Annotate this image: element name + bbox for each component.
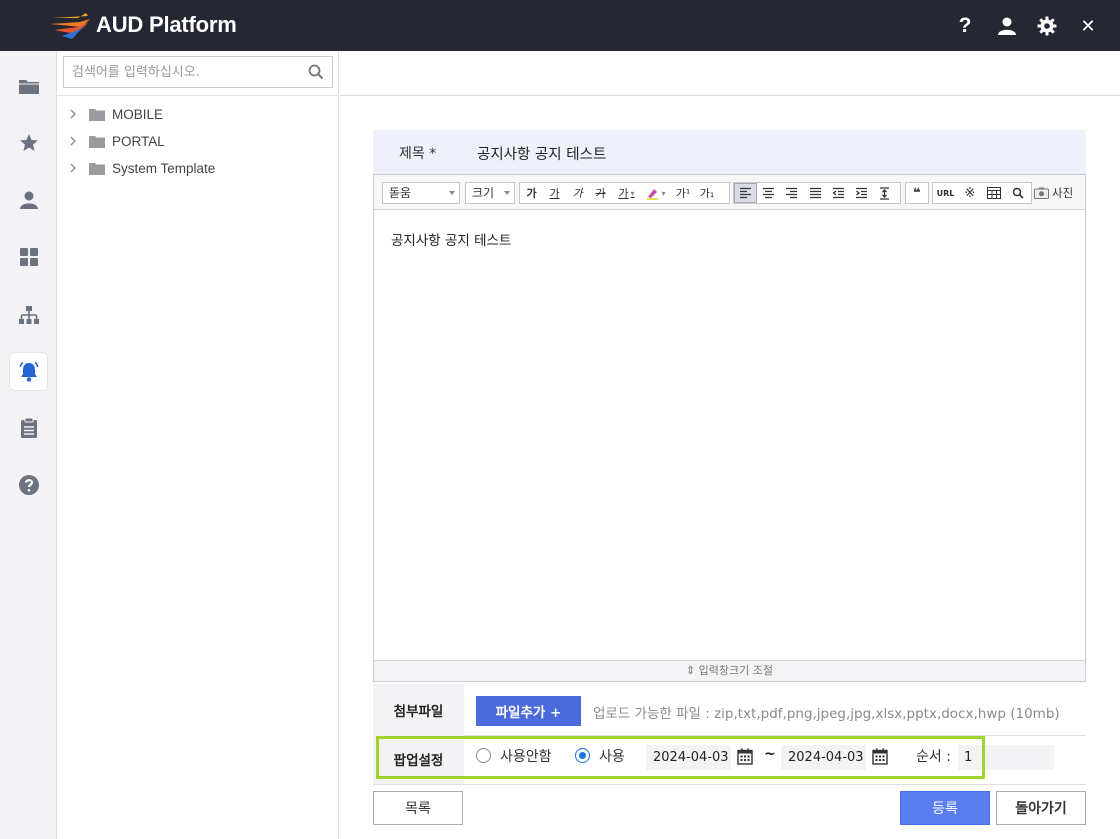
- font-size-select[interactable]: 크기: [465, 182, 515, 204]
- icon-rail: [0, 51, 57, 839]
- user-icon[interactable]: [994, 13, 1020, 39]
- back-button[interactable]: 돌아가기: [996, 791, 1086, 825]
- rail-dashboard-icon[interactable]: [10, 238, 47, 275]
- special-char-icon[interactable]: ※: [958, 183, 982, 203]
- app-logo-icon: [50, 13, 90, 39]
- add-file-button[interactable]: 파일추가 +: [476, 696, 581, 726]
- attachment-row: 첨부파일 파일추가 + 업로드 가능한 파일 : zip,txt,pdf,png…: [373, 684, 1086, 736]
- tree-search-input[interactable]: [64, 57, 300, 87]
- chevron-right-icon[interactable]: [69, 163, 79, 173]
- editor-resize-handle[interactable]: ⇕ 입력창크기 조절: [374, 660, 1085, 681]
- title-row: 제목 * 공지사항 공지 테스트: [373, 130, 1086, 174]
- line-height-icon[interactable]: [873, 183, 896, 203]
- gear-icon[interactable]: [1034, 13, 1060, 39]
- rail-user-icon[interactable]: [10, 181, 47, 218]
- quote-icon[interactable]: ❝: [906, 183, 928, 203]
- camera-icon: [1034, 187, 1049, 199]
- title-label: 제목 *: [399, 146, 437, 162]
- strikethrough-button[interactable]: 가: [589, 183, 612, 203]
- tree-divider: [57, 95, 339, 96]
- format-button-group: 가 가 가 가 가 ▾ ▾ 가¹ 가₁: [519, 182, 730, 204]
- highlight-box: [376, 736, 985, 779]
- tree-node-label: System Template: [112, 160, 216, 176]
- editor-toolbar: 돋움 크기 가 가 가 가 가 ▾ ▾ 가¹ 가₁ ❝ URL ※ 사진: [374, 175, 1085, 210]
- insert-photo-button[interactable]: 사진: [1034, 182, 1073, 204]
- editor-content-area[interactable]: 공지사항 공지 테스트: [374, 210, 1085, 661]
- close-icon[interactable]: ✕: [1075, 13, 1101, 39]
- chevron-right-icon[interactable]: [69, 136, 79, 146]
- title-bar: AUD Platform ? ✕: [0, 0, 1120, 51]
- align-left-icon[interactable]: [734, 183, 757, 203]
- font-size-value: 크기: [472, 186, 495, 200]
- attachment-label: 첨부파일: [373, 684, 464, 735]
- subscript-button[interactable]: 가₁: [695, 183, 719, 203]
- folder-icon: [89, 135, 105, 148]
- folder-icon: [89, 162, 105, 175]
- tree-panel: MOBILE PORTAL System Template: [57, 51, 339, 839]
- align-center-icon[interactable]: [757, 183, 780, 203]
- rich-text-editor: 돋움 크기 가 가 가 가 가 ▾ ▾ 가¹ 가₁ ❝ URL ※ 사진 공지사…: [373, 174, 1086, 682]
- rail-folder-icon[interactable]: [10, 67, 47, 104]
- rail-clipboard-icon[interactable]: [10, 409, 47, 446]
- chevron-right-icon[interactable]: [69, 109, 79, 119]
- main-divider: [340, 95, 1120, 96]
- font-family-value: 돋움: [389, 186, 412, 200]
- rail-help-icon[interactable]: [10, 466, 47, 503]
- url-link-button[interactable]: URL: [933, 183, 958, 203]
- align-right-icon[interactable]: [780, 183, 803, 203]
- superscript-button[interactable]: 가¹: [671, 183, 695, 203]
- folder-icon: [89, 108, 105, 121]
- tree-node-label: MOBILE: [112, 106, 164, 122]
- upload-hint-text: 업로드 가능한 파일 : zip,txt,pdf,png,jpeg,jpg,xl…: [593, 706, 1060, 722]
- rail-notification-bell-icon[interactable]: [10, 353, 47, 390]
- quote-button-group: ❝: [905, 182, 929, 204]
- align-justify-icon[interactable]: [803, 183, 827, 203]
- bold-button[interactable]: 가: [520, 183, 543, 203]
- tree-node-portal[interactable]: PORTAL: [69, 130, 165, 152]
- indent-icon[interactable]: [850, 183, 873, 203]
- font-color-label: 가: [618, 187, 629, 200]
- tree-search-box: [63, 56, 333, 88]
- insert-photo-label: 사진: [1052, 186, 1074, 200]
- help-icon[interactable]: ?: [952, 13, 978, 39]
- submit-button[interactable]: 등록: [900, 791, 990, 825]
- tree-node-mobile[interactable]: MOBILE: [69, 103, 163, 125]
- list-button[interactable]: 목록: [373, 791, 463, 825]
- app-title: AUD Platform: [96, 12, 237, 37]
- font-color-button[interactable]: 가 ▾: [612, 183, 641, 203]
- tree-node-label: PORTAL: [112, 133, 165, 149]
- tree-node-system-template[interactable]: System Template: [69, 157, 215, 179]
- highlight-color-button[interactable]: ▾: [641, 183, 671, 203]
- rail-org-chart-icon[interactable]: [10, 296, 47, 333]
- insert-button-group: URL ※: [932, 182, 1032, 204]
- find-icon[interactable]: [1006, 183, 1030, 203]
- font-family-select[interactable]: 돋움: [382, 182, 460, 204]
- rail-star-icon[interactable]: [10, 124, 47, 161]
- search-icon[interactable]: [308, 64, 324, 80]
- title-input[interactable]: 공지사항 공지 테스트: [477, 143, 606, 164]
- alignment-button-group: [733, 182, 901, 204]
- underline-button[interactable]: 가: [543, 183, 566, 203]
- outdent-icon[interactable]: [827, 183, 850, 203]
- italic-button[interactable]: 가: [566, 183, 589, 203]
- table-icon[interactable]: [982, 183, 1006, 203]
